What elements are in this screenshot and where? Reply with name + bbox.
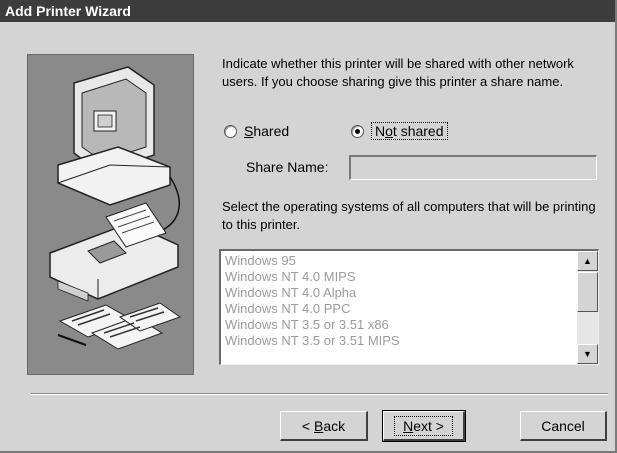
scroll-down-button[interactable]: ▼ [577, 344, 598, 364]
share-name-label: Share Name: [246, 159, 329, 175]
operating-systems-listbox[interactable]: Windows 95 Windows NT 4.0 MIPS Windows N… [219, 249, 599, 365]
back-button[interactable]: < Back [280, 411, 368, 441]
listbox-scrollbar[interactable]: ▲ ▼ [577, 251, 598, 364]
list-item[interactable]: Windows NT 4.0 MIPS [225, 269, 565, 285]
share-name-input[interactable] [349, 155, 597, 180]
not-shared-radio-option[interactable]: Not shared [351, 121, 448, 141]
list-item[interactable]: Windows 95 [225, 253, 565, 269]
shared-label: Shared [244, 123, 290, 139]
scroll-up-button[interactable]: ▲ [577, 251, 598, 271]
button-separator [31, 393, 608, 395]
computer-icon [57, 66, 181, 234]
add-printer-wizard-window: Add Printer Wizard Indicate whether this… [0, 0, 617, 453]
arrow-up-icon: ▲ [583, 256, 592, 266]
os-select-instructions: Select the operating systems of all comp… [222, 199, 596, 232]
list-item[interactable]: Windows NT 4.0 Alpha [225, 285, 565, 301]
scroll-thumb[interactable] [577, 272, 598, 312]
arrow-down-icon: ▼ [583, 349, 592, 359]
shared-radio-option[interactable]: Shared [224, 121, 289, 141]
list-item[interactable]: Windows NT 3.5 or 3.51 x86 [225, 317, 565, 333]
list-item[interactable]: Windows NT 3.5 or 3.51 MIPS [225, 333, 565, 349]
not-shared-label: Not shared [371, 122, 448, 140]
sharing-instructions: Indicate whether this printer will be sh… [222, 56, 574, 89]
cancel-button[interactable]: Cancel [520, 411, 607, 441]
os-list: Windows 95 Windows NT 4.0 MIPS Windows N… [225, 253, 565, 349]
not-shared-radio-button[interactable] [351, 124, 364, 138]
printed-pages-icon [57, 302, 182, 350]
title-bar: Add Printer Wizard [0, 0, 615, 22]
wizard-illustration [27, 54, 194, 375]
list-item[interactable]: Windows NT 4.0 PPC [225, 301, 565, 317]
next-button[interactable]: Next > [382, 410, 466, 442]
printer-icon [49, 202, 179, 302]
shared-radio-button[interactable] [224, 124, 237, 138]
